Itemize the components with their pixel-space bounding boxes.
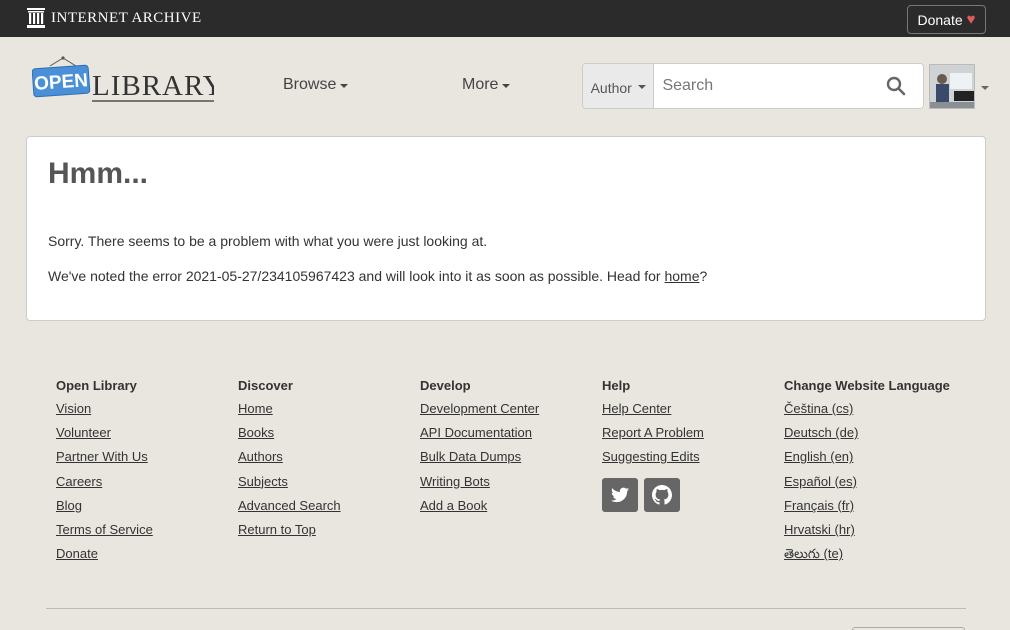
language-link-fr[interactable]: Français (fr)	[784, 498, 950, 522]
chevron-down-icon	[502, 84, 511, 88]
internet-archive-brand: INTERNET ARCHIVE	[51, 9, 202, 26]
footer-heading: Help	[602, 378, 631, 393]
error-panel: Hmm... Sorry. There seems to be a proble…	[26, 136, 986, 321]
footer-link-report-problem[interactable]: Report A Problem	[602, 425, 704, 449]
error-message: Sorry. There seems to be a problem with …	[48, 233, 488, 249]
search-bar: Author	[582, 63, 924, 109]
footer-link-api-docs[interactable]: API Documentation	[420, 425, 539, 449]
home-link[interactable]: home	[664, 268, 699, 284]
footer-col-discover: Discover Home Books Authors Subjects Adv…	[238, 378, 341, 546]
footer-link-return-to-top[interactable]: Return to Top	[238, 522, 341, 546]
internet-archive-temple-icon	[27, 8, 45, 28]
footer-link-subjects[interactable]: Subjects	[238, 474, 341, 498]
language-link-te[interactable]: తెలుగు (te)	[784, 546, 950, 570]
error-details-suffix: ?	[699, 268, 708, 284]
footer-link-bulk-dumps[interactable]: Bulk Data Dumps	[420, 449, 539, 473]
language-link-de[interactable]: Deutsch (de)	[784, 425, 950, 449]
language-link-en[interactable]: English (en)	[784, 449, 950, 473]
nav-browse-menu[interactable]: Browse	[283, 76, 349, 94]
footer-link-home[interactable]: Home	[238, 401, 341, 425]
internet-archive-logo[interactable]: INTERNET ARCHIVE	[27, 6, 202, 30]
footer: Open Library Vision Volunteer Partner Wi…	[56, 378, 976, 578]
footer-heading: Develop	[420, 378, 471, 393]
footer-link-suggesting-edits[interactable]: Suggesting Edits	[602, 449, 704, 473]
footer-link-advanced-search[interactable]: Advanced Search	[238, 498, 341, 522]
error-details: We've noted the error 2021-05-27/2341059…	[48, 268, 707, 284]
donate-button[interactable]: Donate ♥	[907, 5, 986, 34]
search-input[interactable]	[654, 64, 870, 108]
twitter-icon	[611, 487, 629, 502]
twitter-button[interactable]	[602, 477, 638, 512]
footer-col-help: Help Help Center Report A Problem Sugges…	[602, 378, 704, 512]
footer-heading: Open Library	[56, 378, 137, 393]
footer-link-vision[interactable]: Vision	[56, 401, 153, 425]
footer-heading: Discover	[238, 378, 293, 393]
footer-link-dev-center[interactable]: Development Center	[420, 401, 539, 425]
avatar[interactable]	[929, 64, 975, 109]
search-type-label: Author	[590, 80, 632, 96]
footer-col-develop: Develop Development Center API Documenta…	[420, 378, 539, 522]
chevron-down-icon	[981, 85, 989, 90]
footer-heading: Change Website Language	[784, 378, 950, 393]
footer-link-add-book[interactable]: Add a Book	[420, 498, 539, 522]
nav-more-label: More	[462, 76, 499, 93]
account-menu[interactable]	[929, 64, 989, 109]
search-type-select[interactable]: Author	[583, 64, 655, 108]
social-links	[602, 477, 704, 512]
footer-link-partner[interactable]: Partner With Us	[56, 449, 153, 473]
footer-col-language: Change Website Language Čeština (cs) Deu…	[784, 378, 950, 570]
footer-link-careers[interactable]: Careers	[56, 474, 153, 498]
nav-more-menu[interactable]: More	[462, 76, 511, 94]
search-button[interactable]	[869, 64, 923, 108]
chevron-down-icon	[340, 84, 349, 88]
language-link-cs[interactable]: Čeština (cs)	[784, 401, 950, 425]
nav-browse-label: Browse	[283, 76, 337, 93]
footer-link-volunteer[interactable]: Volunteer	[56, 425, 153, 449]
page-title: Hmm...	[48, 157, 149, 190]
open-library-logo[interactable]: OPEN LIBRARY	[32, 56, 214, 104]
footer-link-donate[interactable]: Donate	[56, 546, 153, 570]
logo-open-text: OPEN	[34, 70, 89, 95]
footer-link-books[interactable]: Books	[238, 425, 341, 449]
language-link-hr[interactable]: Hrvatski (hr)	[784, 522, 950, 546]
heart-icon: ♥	[966, 11, 976, 28]
internet-archive-bar: INTERNET ARCHIVE Donate ♥	[0, 0, 1010, 37]
github-button[interactable]	[644, 477, 680, 512]
footer-link-terms[interactable]: Terms of Service	[56, 522, 153, 546]
error-details-text: We've noted the error 2021-05-27/2341059…	[48, 268, 665, 284]
chevron-down-icon	[637, 85, 646, 89]
footer-link-help-center[interactable]: Help Center	[602, 401, 704, 425]
donate-label: Donate	[917, 11, 963, 28]
github-icon	[652, 484, 672, 505]
logo-library-text: LIBRARY	[92, 70, 214, 102]
footer-link-authors[interactable]: Authors	[238, 449, 341, 473]
search-icon	[887, 76, 906, 96]
language-link-es[interactable]: Español (es)	[784, 474, 950, 498]
footer-link-writing-bots[interactable]: Writing Bots	[420, 474, 539, 498]
footer-link-blog[interactable]: Blog	[56, 498, 153, 522]
footer-divider	[46, 608, 966, 609]
avatar-image	[930, 65, 974, 108]
footer-col-open-library: Open Library Vision Volunteer Partner Wi…	[56, 378, 153, 570]
